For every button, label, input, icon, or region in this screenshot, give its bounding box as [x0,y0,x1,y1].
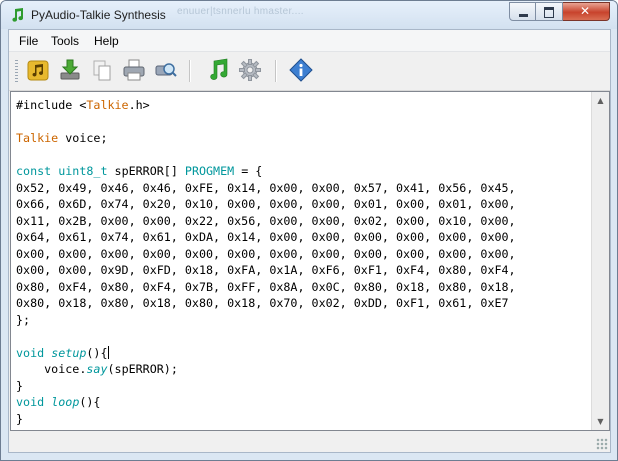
close-button[interactable] [563,2,610,21]
data-line: 0x80, 0x18, 0x80, 0x18, 0x80, 0x18, 0x70… [16,296,509,310]
include-library: Talkie [86,98,129,112]
menu-bar: File Tools Help [9,30,610,52]
toolbar-separator [189,60,191,82]
copy-icon [93,60,111,81]
copy-button[interactable] [90,58,114,82]
scroll-up-arrow-icon[interactable]: ▲ [592,92,609,109]
array-declaration: spERROR[] [107,164,185,178]
data-line: 0x66, 0x6D, 0x74, 0x20, 0x10, 0x00, 0x00… [16,197,516,211]
music-note-icon [12,8,24,22]
voice-declaration: voice; [58,131,108,145]
resize-grip[interactable] [596,438,608,450]
download-icon [60,59,80,80]
talkie-type: Talkie [16,131,59,145]
toolbar [9,52,610,91]
vertical-scrollbar[interactable]: ▲ ▼ [591,92,609,430]
scroll-down-arrow-icon[interactable]: ▼ [592,413,609,430]
data-line: 0x11, 0x2B, 0x00, 0x00, 0x22, 0x56, 0x00… [16,213,516,228]
setup-parens: (){ [86,345,108,360]
array-close: }; [16,312,31,327]
array-open: = { [234,164,263,178]
say-arguments: (spERROR); [107,362,178,376]
minimize-button[interactable] [509,2,536,21]
data-line: 0x80, 0xF4, 0x80, 0xF4, 0x7B, 0xFF, 0x8A… [16,279,516,294]
say-function: say [86,362,108,376]
loop-parens: (){ [79,395,101,409]
synthesize-button[interactable] [207,58,231,82]
menu-file[interactable]: File [19,34,38,48]
about-button[interactable] [289,58,313,82]
client-area: File Tools Help #include <Talkie.h> Talk… [8,29,611,453]
data-line: 0x52, 0x49, 0x46, 0x46, 0xFE, 0x14, 0x00… [16,180,516,195]
const-keyword: const [16,164,52,178]
data-line: 0x00, 0x00, 0x9D, 0xFD, 0x18, 0xFA, 0x1A… [16,263,516,277]
music-note-icon [210,58,228,80]
loop-function: loop [51,395,80,409]
code-text[interactable]: #include <Talkie.h> Talkie voice; const … [16,97,516,427]
menu-tools[interactable]: Tools [51,34,79,48]
code-editor[interactable]: #include <Talkie.h> Talkie voice; const … [10,91,610,431]
loop-close-brace: } [16,411,24,426]
menu-help[interactable]: Help [94,34,119,48]
void-keyword: void [16,345,45,360]
data-line: 0x00, 0x00, 0x00, 0x00, 0x00, 0x00, 0x00… [16,246,516,261]
maximize-button[interactable] [536,2,563,21]
open-audio-icon [27,60,49,81]
download-button[interactable] [58,58,82,82]
info-icon [289,58,313,82]
setup-close-brace: } [16,378,24,393]
gear-icon [239,59,261,81]
window-title: PyAudio-Talkie Synthesis [31,8,166,22]
print-button[interactable] [122,58,146,82]
data-line: 0x64, 0x61, 0x74, 0x61, 0xDA, 0x14, 0x00… [16,230,516,244]
print-icon [123,59,145,81]
include-end: .h> [128,98,150,112]
status-bar [9,432,610,452]
title-background-text: enuuer|tsnnerlu hmaster.... [177,6,304,17]
text-caret [107,345,109,359]
app-window: PyAudio-Talkie Synthesis enuuer|tsnnerlu… [0,0,618,461]
progmem-keyword: PROGMEM [184,164,235,178]
setup-function: setup [51,345,87,360]
uint8-type: uint8_t [58,164,108,178]
title-bar[interactable]: PyAudio-Talkie Synthesis enuuer|tsnnerlu… [1,1,617,29]
open-audio-button[interactable] [26,58,50,82]
toolbar-grip[interactable] [15,60,18,82]
include-directive: #include < [16,98,87,112]
search-button[interactable] [154,58,178,82]
void-keyword: void [16,395,45,409]
toolbar-separator [275,60,277,82]
voice-call: voice. [16,362,87,376]
settings-button[interactable] [238,58,262,82]
search-icon [155,63,177,77]
